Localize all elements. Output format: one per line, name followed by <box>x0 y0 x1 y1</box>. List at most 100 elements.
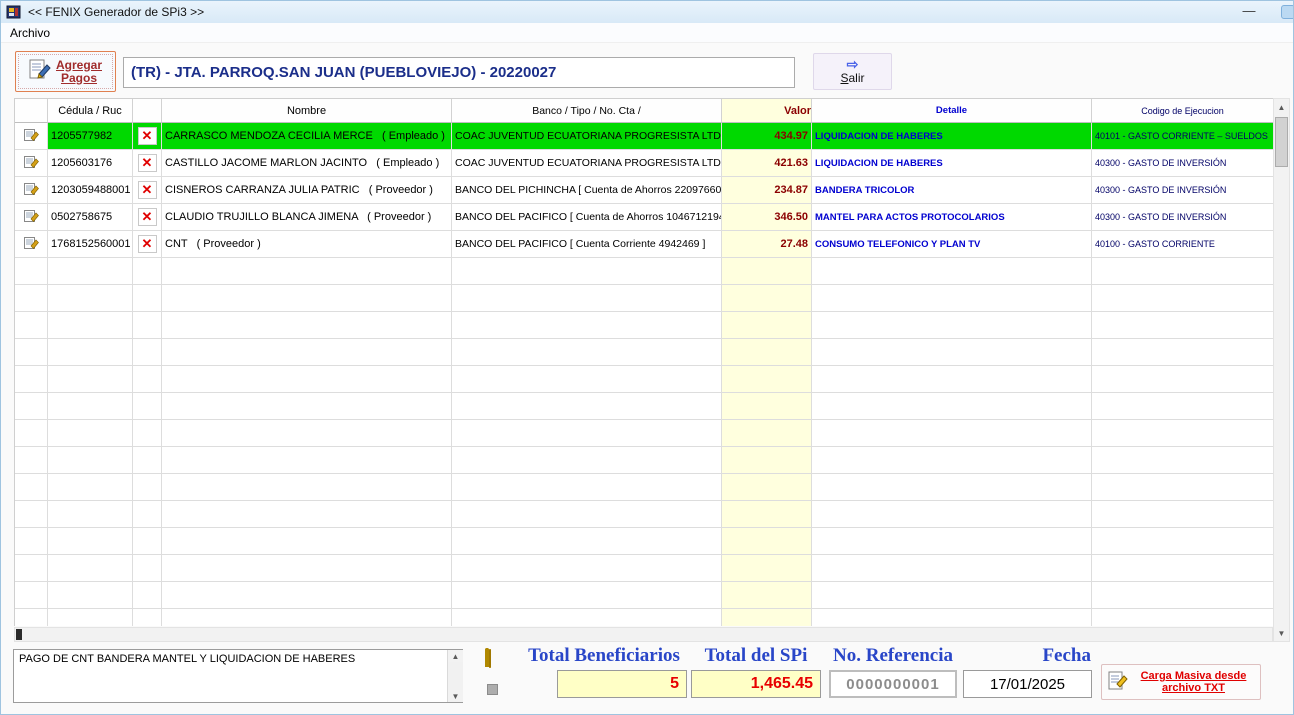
row-indicator-cell <box>15 204 48 231</box>
delete-cell: ✕ <box>133 123 162 150</box>
valor-cell: 234.87 <box>722 177 812 204</box>
delete-cell: ✕ <box>133 204 162 231</box>
grid-row[interactable]: 1205603176✕CASTILLO JACOME MARLON JACINT… <box>15 150 1273 177</box>
delete-row-icon[interactable]: ✕ <box>138 235 157 253</box>
empty-cell <box>15 393 48 420</box>
valor-cell: 346.50 <box>722 204 812 231</box>
empty-cell <box>162 582 452 609</box>
grid-header-cell <box>133 99 162 123</box>
delete-cell: ✕ <box>133 150 162 177</box>
empty-cell <box>162 420 452 447</box>
empty-cell <box>48 501 133 528</box>
close-button[interactable] <box>1281 5 1294 19</box>
payments-grid: Cédula / RucNombreBanco / Tipo / No. Cta… <box>14 98 1273 626</box>
empty-cell <box>452 528 722 555</box>
agregar-pagos-button[interactable]: AgregarPagos <box>15 51 116 92</box>
cedula-cell: 1205577982 <box>48 123 133 150</box>
cedula-cell: 0502758675 <box>48 204 133 231</box>
total-spi-label: Total del SPi <box>691 645 821 667</box>
empty-cell <box>812 285 1092 312</box>
nombre-cell: CNT ( Proveedor ) <box>162 231 452 258</box>
empty-cell <box>722 447 812 474</box>
empty-cell <box>15 609 48 626</box>
banco-cell: COAC JUVENTUD ECUATORIANA PROGRESISTA LT… <box>452 123 722 150</box>
empty-cell <box>133 555 162 582</box>
total-beneficiarios-value: 5 <box>557 670 687 698</box>
empty-cell <box>133 339 162 366</box>
minimize-button[interactable]: — <box>1239 3 1259 21</box>
cedula-cell: 1203059488001 <box>48 177 133 204</box>
empty-cell <box>1092 339 1273 366</box>
empty-cell <box>133 474 162 501</box>
carga-masiva-button[interactable]: Carga Masiva desdearchivo TXT <box>1101 664 1261 700</box>
empty-cell <box>133 420 162 447</box>
empty-cell <box>15 447 48 474</box>
fecha-value[interactable]: 17/01/2025 <box>963 670 1092 698</box>
nombre-cell: CARRASCO MENDOZA CECILIA MERCE ( Emplead… <box>162 123 452 150</box>
empty-cell <box>1092 420 1273 447</box>
grid-header-cell: Detalle <box>812 99 1092 123</box>
window-title: << FENIX Generador de SPi3 >> <box>28 5 204 19</box>
memo-scroll-up-icon[interactable]: ▲ <box>448 650 463 662</box>
empty-cell <box>48 447 133 474</box>
empty-cell <box>1092 474 1273 501</box>
empty-cell <box>1092 609 1273 626</box>
payment-summary-memo[interactable]: PAGO DE CNT BANDERA MANTEL Y LIQUIDACION… <box>13 649 463 703</box>
empty-cell <box>15 285 48 312</box>
vertical-scrollbar[interactable]: ▲ ▼ <box>1273 98 1290 642</box>
codigo-cell: 40300 - GASTO DE INVERSIÓN <box>1092 204 1273 231</box>
banco-cell: BANCO DEL PICHINCHA [ Cuenta de Ahorros … <box>452 177 722 204</box>
empty-cell <box>452 366 722 393</box>
delete-row-icon[interactable]: ✕ <box>138 208 157 226</box>
empty-cell <box>1092 312 1273 339</box>
cedula-cell: 1205603176 <box>48 150 133 177</box>
vertical-scroll-thumb[interactable] <box>1275 117 1288 167</box>
scroll-down-icon[interactable]: ▼ <box>1274 625 1289 641</box>
detalle-cell: BANDERA TRICOLOR <box>812 177 1092 204</box>
delete-row-icon[interactable]: ✕ <box>138 127 157 145</box>
menu-item-archivo[interactable]: Archivo <box>10 26 50 40</box>
app-window: << FENIX Generador de SPi3 >> — Archivo … <box>0 0 1294 715</box>
grid-header-cell <box>15 99 48 123</box>
horizontal-scrollbar[interactable] <box>14 627 1273 642</box>
memo-scroll-down-icon[interactable]: ▼ <box>448 690 463 702</box>
row-edit-icon <box>24 182 39 199</box>
row-indicator-cell <box>15 123 48 150</box>
empty-cell <box>452 582 722 609</box>
delete-row-icon[interactable]: ✕ <box>138 154 157 172</box>
grid-row[interactable]: 0502758675✕CLAUDIO TRUJILLO BLANCA JIMEN… <box>15 204 1273 231</box>
memo-scrollbar[interactable]: ▲ ▼ <box>447 650 463 702</box>
empty-cell <box>162 501 452 528</box>
delete-row-icon[interactable]: ✕ <box>138 181 157 199</box>
salir-button[interactable]: ⇨ Salir <box>813 53 892 90</box>
grid-header-cell: Valor <box>722 99 812 123</box>
empty-cell <box>722 555 812 582</box>
codigo-cell: 40100 - GASTO CORRIENTE <box>1092 231 1273 258</box>
empty-cell <box>48 528 133 555</box>
referencia-value: 0000000001 <box>829 670 957 698</box>
empty-cell <box>15 420 48 447</box>
empty-cell <box>133 312 162 339</box>
empty-cell <box>812 393 1092 420</box>
empty-cell <box>812 609 1092 626</box>
empty-cell <box>452 339 722 366</box>
valor-cell: 421.63 <box>722 150 812 177</box>
banco-cell: BANCO DEL PACIFICO [ Cuenta de Ahorros 1… <box>452 204 722 231</box>
empty-cell <box>1092 285 1273 312</box>
horizontal-scroll-thumb[interactable] <box>16 629 22 640</box>
empty-cell <box>162 528 452 555</box>
empty-cell <box>452 420 722 447</box>
empty-cell <box>162 609 452 626</box>
empty-cell <box>722 609 812 626</box>
grid-row-empty <box>15 447 1273 474</box>
grid-row[interactable]: 1203059488001✕CISNEROS CARRANZA JULIA PA… <box>15 177 1273 204</box>
empty-cell <box>1092 447 1273 474</box>
valor-cell: 27.48 <box>722 231 812 258</box>
row-indicator-cell <box>15 231 48 258</box>
empty-cell <box>1092 258 1273 285</box>
entity-field[interactable]: (TR) - JTA. PARROQ.SAN JUAN (PUEBLOVIEJO… <box>123 57 795 88</box>
grid-row[interactable]: 1768152560001✕CNT ( Proveedor )BANCO DEL… <box>15 231 1273 258</box>
empty-cell <box>162 393 452 420</box>
scroll-up-icon[interactable]: ▲ <box>1274 99 1289 115</box>
grid-row[interactable]: 1205577982 ✕ CARRASCO MENDOZA CECILIA MERC… <box>15 123 1273 150</box>
